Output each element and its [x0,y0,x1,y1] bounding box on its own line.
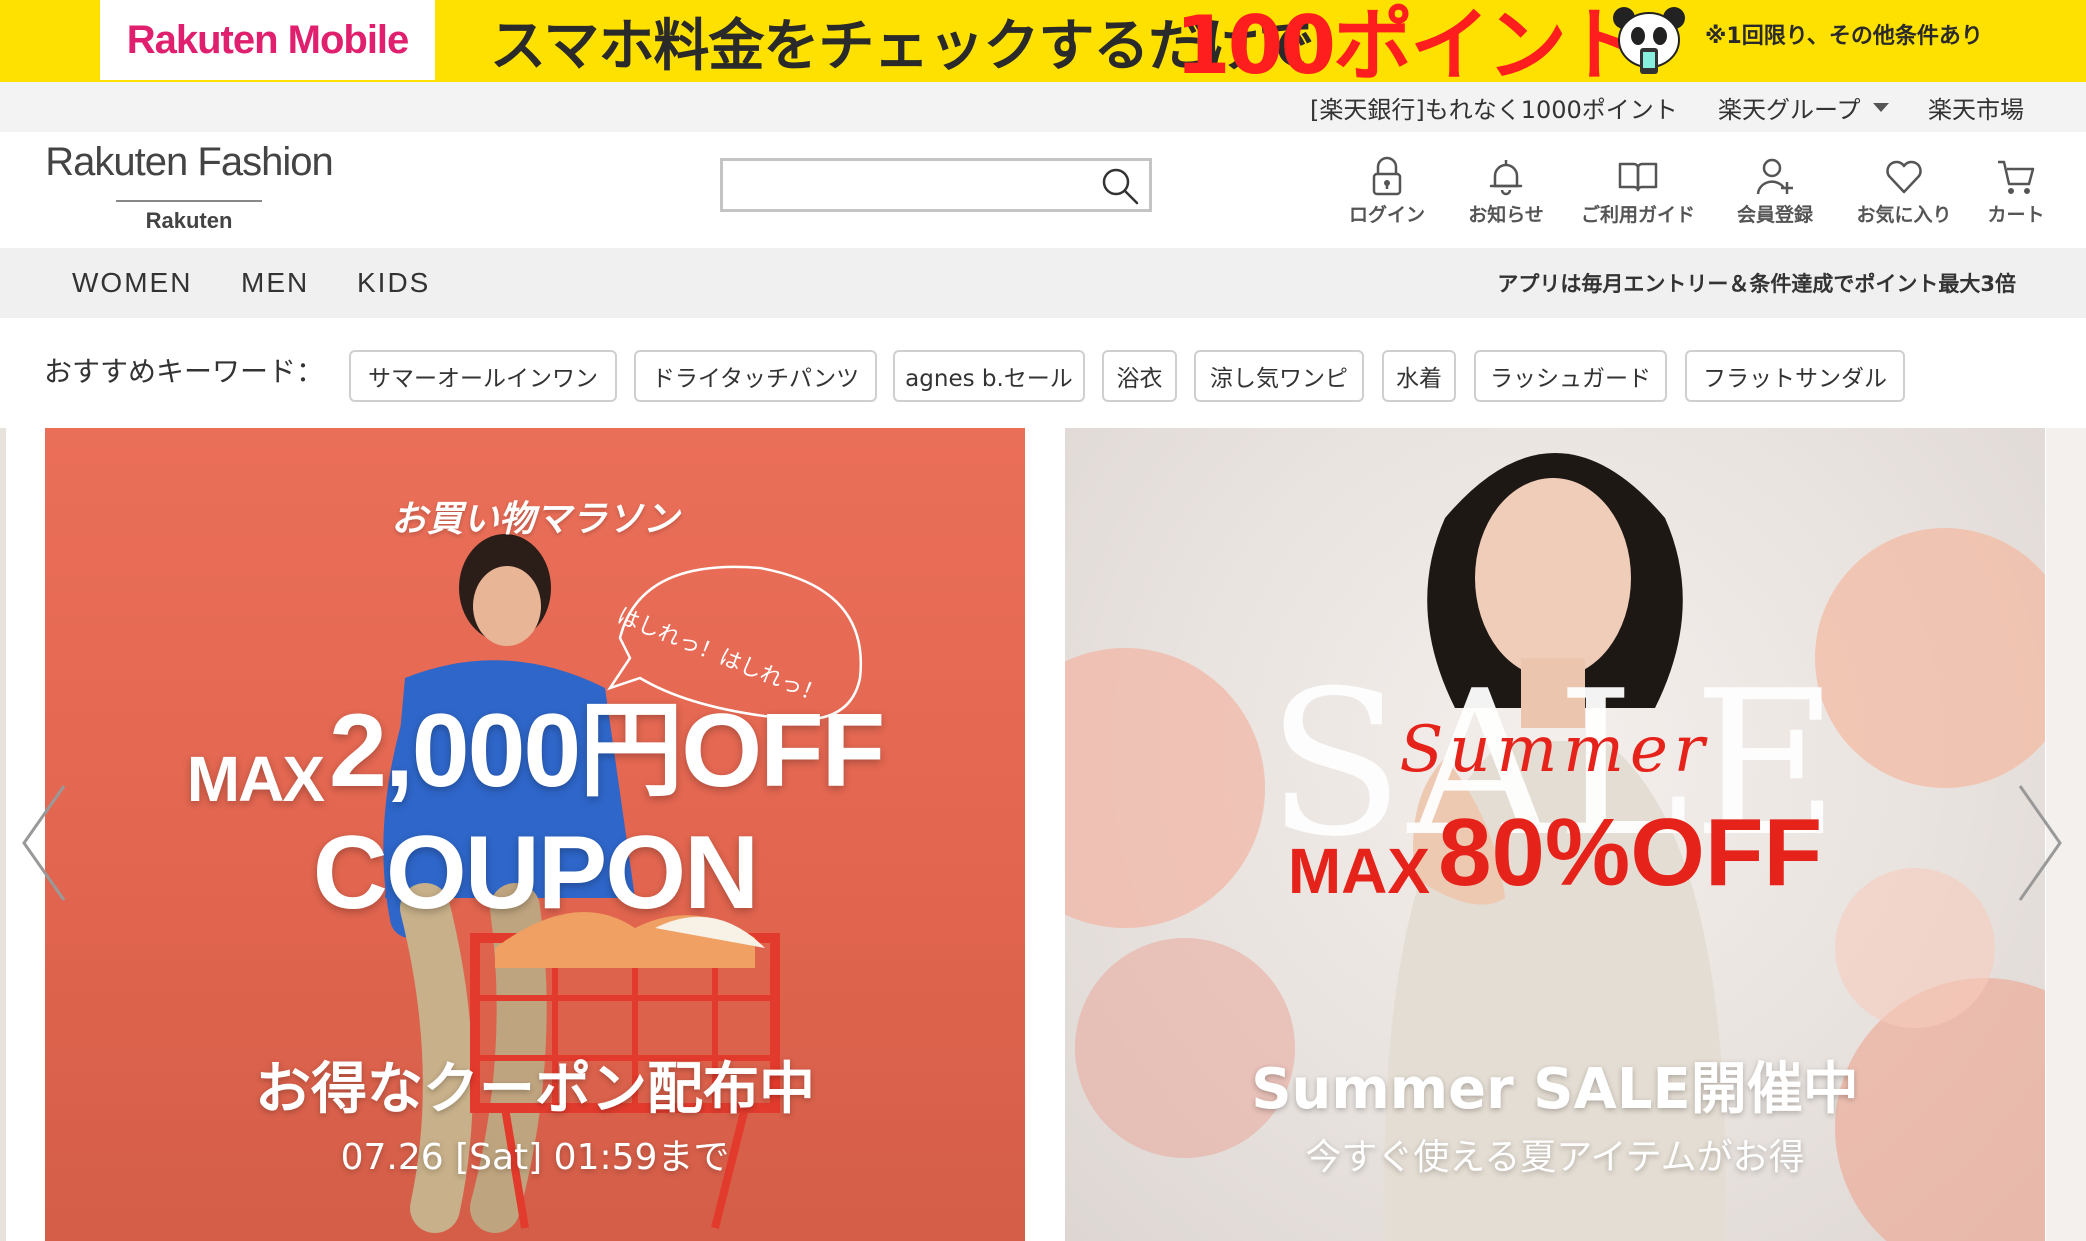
rakuten-bank-link[interactable]: [楽天銀行]もれなく1000ポイント [1310,82,1678,132]
coupon-deadline: 07.26 [Sat] 01:59まで [340,1137,730,1178]
nav-women[interactable]: WOMEN [72,248,192,318]
search-icon[interactable] [1099,165,1141,207]
guide-label: ご利用ガイド [1581,204,1696,226]
book-icon [1618,162,1658,192]
brand-name: Rakuten Fashion [45,140,333,184]
favorites-button[interactable]: お気に入り [1849,154,1959,230]
sale-script-word: Summer [1399,713,1711,787]
cart-icon [1998,160,2035,194]
search-input[interactable] [723,161,1107,209]
sale-discount-row: MAX 80%OFF [1065,798,2045,908]
brand-divider [116,200,262,202]
cart-label: カート [1987,204,2045,226]
panda-mascot-icon [1613,7,1685,74]
rakuten-group-label: 楽天グループ [1718,95,1861,124]
utility-bar: [楽天銀行]もれなく1000ポイント 楽天グループ 楽天市場 [0,82,2086,132]
notifications-label: お知らせ [1468,204,1544,226]
cart-button[interactable]: カート [1961,154,2071,230]
rakuten-group-dropdown[interactable]: 楽天グループ [1718,82,1889,132]
carousel-next-arrow-icon[interactable] [2010,778,2070,908]
category-nav: WOMEN MEN KIDS アプリは毎月エントリー＆条件達成でポイント最大3倍 [0,248,2086,318]
caret-down-icon [1872,102,1889,112]
lock-icon [1372,156,1402,196]
promo-logo-text: Rakuten Mobile [126,17,410,62]
keyword-chip[interactable]: 浴衣 [1102,350,1177,402]
register-label: 会員登録 [1736,204,1813,226]
marathon-title: お買い物マラソン [390,499,679,540]
login-button[interactable]: ログイン [1332,154,1442,230]
keyword-chip[interactable]: サマーオールインワン [349,350,617,402]
carousel-prev-arrow-icon[interactable] [14,778,74,908]
coupon-banner-slide[interactable]: はしれっ！はしれっ！ お買い物マラソン MAX 2,000円OFF COUPON… [45,428,1025,1241]
sale-caption: Summer SALE開催中 [1251,1057,1859,1122]
rakuten-mobile-logo: Rakuten Mobile [100,0,435,80]
rakuten-ichiba-link[interactable]: 楽天市場 [1928,82,2024,132]
coupon-amount: 2,000円OFF [329,693,885,809]
summer-sale-slide[interactable]: SALE Summer MAX 80%OFF Summer SALE開催中 今す… [1065,428,2045,1241]
keyword-chip[interactable]: フラットサンダル [1685,350,1905,402]
keyword-chip[interactable]: 水着 [1382,350,1456,402]
coupon-max-label: MAX [186,743,325,815]
nav-kids[interactable]: KIDS [357,248,430,318]
previous-slide-peek [0,428,6,1241]
user-add-icon [1756,158,1793,195]
coupon-amount-row: MAX 2,000円OFF [45,693,1025,816]
search-box [720,158,1152,212]
guide-button[interactable]: ご利用ガイド [1581,154,1696,230]
recommended-keywords: おすすめキーワード： サマーオールインワン ドライタッチパンツ agnes b.… [0,318,2086,428]
rakuten-bank-link-label: [楽天銀行]もれなく1000ポイント [1310,95,1678,124]
brand-sub: Rakuten [145,208,233,233]
nav-men[interactable]: MEN [241,248,309,318]
keyword-chip[interactable]: agnes b.セール [893,350,1085,402]
promo-note: ※1回限り、その他条件あり [1705,24,1983,49]
sale-discount: 80%OFF [1438,799,1823,906]
register-button[interactable]: 会員登録 [1720,154,1830,230]
promo-banner[interactable]: Rakuten Mobile スマホ料金をチェックするだけで 100ポイント ※… [0,0,2086,92]
keyword-chip[interactable]: ドライタッチパンツ [634,350,877,402]
sale-max-label: MAX [1287,835,1431,907]
heart-icon [1886,160,1922,194]
coupon-caption: お得なクーポン配布中 [255,1057,815,1122]
rakuten-ichiba-label: 楽天市場 [1928,95,2024,124]
rakuten-fashion-logo[interactable]: Rakuten Fashion Rakuten [44,140,334,240]
hero-carousel: はしれっ！はしれっ！ お買い物マラソン MAX 2,000円OFF COUPON… [0,428,2086,1241]
favorites-label: お気に入り [1856,204,1952,226]
app-promo-link[interactable]: アプリは毎月エントリー＆条件達成でポイント最大3倍 [1497,248,2016,318]
keyword-chip[interactable]: ラッシュガード [1474,350,1667,402]
notifications-button[interactable]: お知らせ [1451,154,1561,230]
site-header: Rakuten Fashion Rakuten ログイン お知らせ ご利用ガイド… [0,132,2086,248]
promo-points: 100ポイント [1175,0,1644,92]
sale-subcaption: 今すぐ使える夏アイテムがお得 [1305,1137,1805,1178]
keywords-label: おすすめキーワード： [44,355,325,388]
bell-icon [1489,160,1523,196]
coupon-word: COUPON [312,815,759,931]
keyword-chip[interactable]: 涼し気ワンピ [1194,350,1364,402]
login-label: ログイン [1348,204,1425,226]
